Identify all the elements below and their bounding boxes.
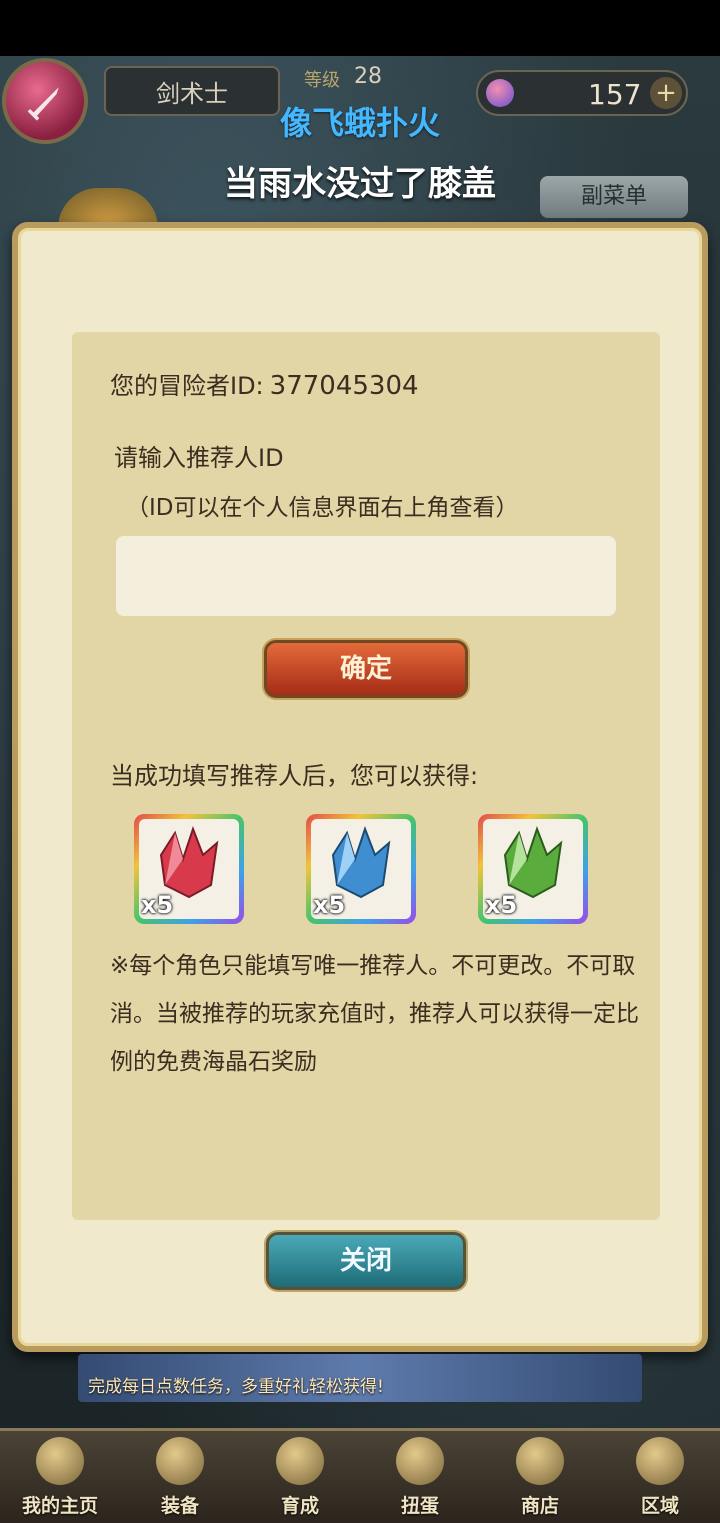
reward-item-green-crystal[interactable]: x5: [478, 814, 588, 924]
adventurer-id-label: 您的冒险者ID:: [110, 372, 264, 400]
nav-item-home[interactable]: 我的主页: [0, 1431, 120, 1523]
nav-label: 区域: [640, 1495, 679, 1517]
nav-item-shop[interactable]: 商店: [480, 1431, 600, 1523]
scroll-icon: [36, 1437, 84, 1485]
referral-dialog: 您的冒险者ID: 377045304 请输入推荐人ID （ID可以在个人信息界面右…: [12, 222, 708, 1352]
submenu-button[interactable]: 副菜单: [540, 176, 688, 218]
nav-label: 扭蛋: [400, 1495, 439, 1517]
close-button[interactable]: 关闭: [266, 1232, 466, 1290]
adventurer-id-line: 您的冒险者ID: 377045304: [110, 366, 419, 401]
confirm-button[interactable]: 确定: [264, 640, 468, 698]
dialog-content-panel: 您的冒险者ID: 377045304 请输入推荐人ID （ID可以在个人信息界面右…: [72, 332, 660, 1220]
nav-label: 装备: [160, 1495, 199, 1517]
reward-count: x5: [485, 891, 518, 919]
bottom-nav: 我的主页 装备 育成 扭蛋 商店 区域: [0, 1428, 720, 1523]
adventurer-id-value: 377045304: [269, 371, 419, 401]
nav-item-training[interactable]: 育成: [240, 1431, 360, 1523]
referrer-prompt: 请输入推荐人ID: [114, 444, 284, 472]
globe-icon: [636, 1437, 684, 1485]
nav-label: 育成: [280, 1495, 319, 1517]
capsule-icon: [396, 1437, 444, 1485]
nav-item-equipment[interactable]: 装备: [120, 1431, 240, 1523]
reward-item-blue-crystal[interactable]: x5: [306, 814, 416, 924]
level-label: 等级: [304, 70, 340, 91]
reward-item-red-crystal[interactable]: x5: [134, 814, 244, 924]
helmet-icon: [156, 1437, 204, 1485]
bag-icon: [516, 1437, 564, 1485]
reward-count: x5: [141, 891, 174, 919]
event-banner[interactable]: 完成每日点数任务，多重好礼轻松获得!: [78, 1354, 642, 1402]
nav-label: 商店: [520, 1495, 559, 1517]
referrer-hint: （ID可以在个人信息界面右上角查看）: [126, 495, 519, 521]
nav-item-area[interactable]: 区域: [600, 1431, 720, 1523]
status-bar: [0, 0, 720, 56]
reward-title: 当成功填写推荐人后，您可以获得:: [110, 762, 479, 790]
sword-icon: [276, 1437, 324, 1485]
event-banner-text: 完成每日点数任务，多重好礼轻松获得!: [88, 1377, 384, 1397]
referrer-id-input[interactable]: [116, 536, 616, 616]
referral-notice: ※每个角色只能填写唯一推荐人。不可更改。不可取消。当被推荐的玩家充值时，推荐人可…: [110, 953, 639, 1075]
lyric-line-1: 像飞蛾扑火: [279, 104, 440, 142]
nav-item-gacha[interactable]: 扭蛋: [360, 1431, 480, 1523]
reward-count: x5: [313, 891, 346, 919]
level-value: 28: [354, 64, 382, 89]
nav-label: 我的主页: [21, 1495, 98, 1517]
